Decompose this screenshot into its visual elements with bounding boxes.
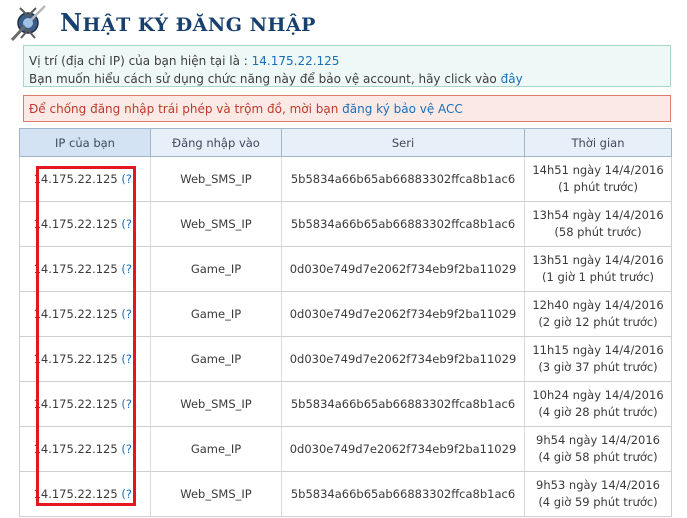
- time-ago: (2 giờ 12 phút trước): [538, 315, 658, 329]
- time-cell: 9h54 ngày 14/4/2016 (4 giờ 58 phút trước): [524, 426, 672, 472]
- login-target: Web_SMS_IP: [150, 471, 282, 517]
- time-ago: (4 giờ 59 phút trước): [538, 495, 658, 509]
- header-time: Thời gian: [524, 128, 672, 157]
- login-time: 9h54 ngày 14/4/2016: [536, 433, 660, 447]
- ip-info-label: Vị trí (địa chỉ IP) của bạn hiện tại là …: [29, 54, 252, 68]
- login-time: 13h54 ngày 14/4/2016: [532, 208, 664, 222]
- help-line: Bạn muốn hiểu cách sử dụng chức năng này…: [29, 70, 665, 88]
- header-login-target: Đăng nhập vào: [150, 128, 282, 157]
- time-ago: (1 giờ 1 phút trước): [541, 270, 655, 284]
- login-target: Game_IP: [150, 426, 282, 472]
- sword-emblem-icon: [10, 5, 46, 42]
- login-target: Game_IP: [150, 246, 282, 292]
- time-cell: 12h40 ngày 14/4/2016 (2 giờ 12 phút trước…: [524, 291, 672, 337]
- seri-value: 5b5834a66b65ab66883302ffca8b1ac6: [281, 156, 525, 202]
- login-time: 10h24 ngày 14/4/2016: [532, 388, 664, 402]
- page-title-rest: HẬT KÝ ĐĂNG NHẬP: [82, 14, 316, 36]
- seri-value: 0d030e749d7e2062f734eb9f2ba11029: [281, 291, 525, 337]
- time-cell: 11h15 ngày 14/4/2016 (3 giờ 37 phút trước…: [524, 336, 672, 382]
- login-time: 11h15 ngày 14/4/2016: [532, 343, 664, 357]
- time-cell: 13h54 ngày 14/4/2016 (58 phút trước): [524, 201, 672, 247]
- header-seri: Seri: [281, 128, 525, 157]
- warning-text: Để chống đăng nhập trái phép và trộm đồ,…: [29, 102, 343, 116]
- current-ip-value: 14.175.22.125: [251, 54, 340, 68]
- login-time: 9h53 ngày 14/4/2016: [536, 478, 660, 492]
- help-text: Bạn muốn hiểu cách sử dụng chức năng này…: [29, 72, 501, 86]
- security-warning-box: Để chống đăng nhập trái phép và trộm đồ,…: [23, 95, 671, 122]
- seri-value: 0d030e749d7e2062f734eb9f2ba11029: [281, 246, 525, 292]
- ip-info-line: Vị trí (địa chỉ IP) của bạn hiện tại là …: [29, 52, 665, 70]
- time-ago: (3 giờ 37 phút trước): [538, 360, 658, 374]
- login-target: Web_SMS_IP: [150, 381, 282, 427]
- ip-info-box: Vị trí (địa chỉ IP) của bạn hiện tại là …: [23, 45, 671, 87]
- seri-value: 5b5834a66b65ab66883302ffca8b1ac6: [281, 381, 525, 427]
- time-ago: (58 phút trước): [554, 225, 642, 239]
- time-cell: 10h24 ngày 14/4/2016 (4 giờ 28 phút trước…: [524, 381, 672, 427]
- ip-column-highlight-box: [36, 166, 136, 506]
- login-target: Game_IP: [150, 291, 282, 337]
- login-target: Web_SMS_IP: [150, 156, 282, 202]
- page-title: NHẬT KÝ ĐĂNG NHẬP: [60, 8, 316, 37]
- seri-value: 0d030e749d7e2062f734eb9f2ba11029: [281, 426, 525, 472]
- help-link[interactable]: đây: [501, 72, 523, 86]
- register-protection-link[interactable]: đăng ký bảo vệ ACC: [342, 102, 463, 116]
- table-header-row: IP của bạn Đăng nhập vào Seri Thời gian: [19, 128, 672, 157]
- login-time: 13h51 ngày 14/4/2016: [532, 253, 664, 267]
- seri-value: 5b5834a66b65ab66883302ffca8b1ac6: [281, 201, 525, 247]
- time-ago: (4 giờ 28 phút trước): [538, 405, 658, 419]
- time-ago: (4 giờ 58 phút trước): [538, 450, 658, 464]
- login-time: 12h40 ngày 14/4/2016: [532, 298, 664, 312]
- login-target: Game_IP: [150, 336, 282, 382]
- seri-value: 5b5834a66b65ab66883302ffca8b1ac6: [281, 471, 525, 517]
- time-cell: 9h53 ngày 14/4/2016 (4 giờ 59 phút trước): [524, 471, 672, 517]
- seri-value: 0d030e749d7e2062f734eb9f2ba11029: [281, 336, 525, 382]
- login-target: Web_SMS_IP: [150, 201, 282, 247]
- page-title-initial: N: [60, 8, 83, 37]
- time-ago: (1 phút trước): [558, 180, 638, 194]
- time-cell: 14h51 ngày 14/4/2016 (1 phút trước): [524, 156, 672, 202]
- login-time: 14h51 ngày 14/4/2016: [532, 163, 664, 177]
- page-header: NHẬT KÝ ĐĂNG NHẬP: [0, 0, 687, 42]
- header-ip: IP của bạn: [19, 128, 151, 157]
- time-cell: 13h51 ngày 14/4/2016 (1 giờ 1 phút trước): [524, 246, 672, 292]
